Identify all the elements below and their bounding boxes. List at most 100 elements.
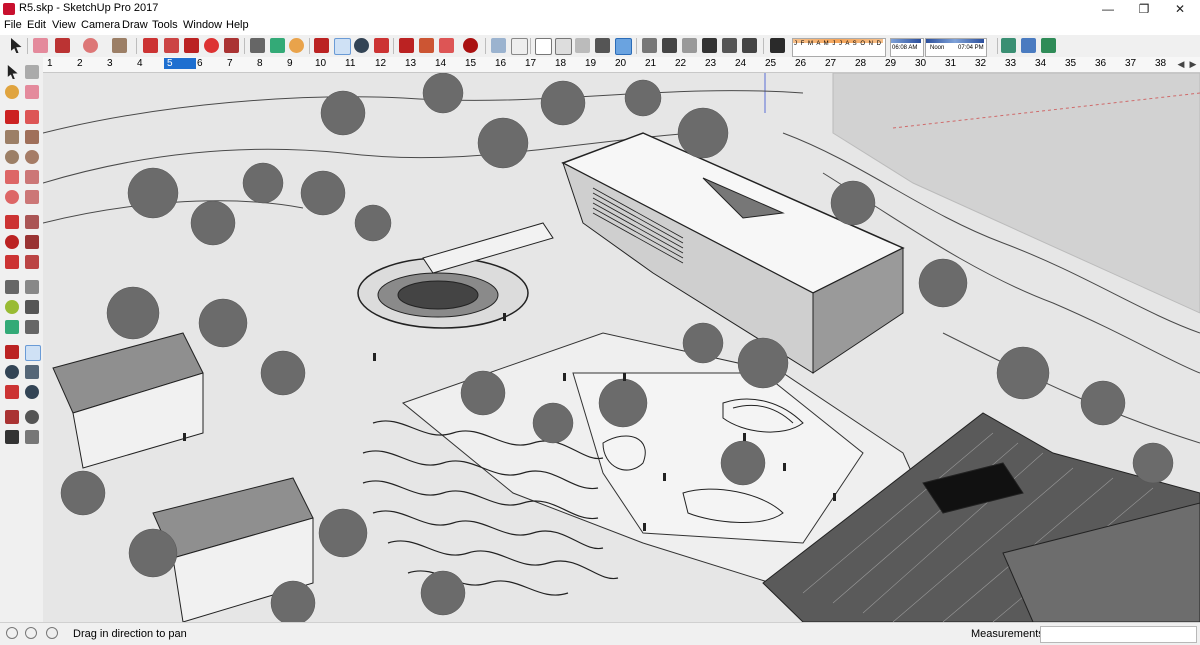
arc-2pt-icon[interactable] (25, 190, 39, 204)
section-plane-icon[interactable] (25, 430, 39, 444)
ruler-tick[interactable]: 17 (525, 58, 536, 69)
ruler-tick[interactable]: 30 (915, 58, 926, 69)
ruler-tick[interactable]: 3 (107, 58, 113, 69)
orbit-icon[interactable] (5, 345, 19, 359)
ruler-tick[interactable]: 4 (137, 58, 143, 69)
ruler-tick[interactable]: 7 (227, 58, 233, 69)
push-pull-icon[interactable] (25, 215, 39, 229)
ruler-tick[interactable]: 21 (645, 58, 656, 69)
ruler-tick[interactable]: 34 (1035, 58, 1046, 69)
shapes-icon[interactable] (83, 38, 98, 53)
ruler-tick[interactable]: 13 (405, 58, 416, 69)
walk-icon[interactable] (5, 430, 19, 444)
warehouse-icon[interactable] (399, 38, 414, 53)
help-icon[interactable] (46, 627, 58, 639)
eraser-icon[interactable] (25, 85, 39, 99)
ruler-tick[interactable]: 19 (585, 58, 596, 69)
ruler-tick-active[interactable]: 5 (164, 58, 196, 69)
protractor-icon[interactable] (5, 300, 19, 314)
tape-measure-icon[interactable] (250, 38, 265, 53)
3d-text-icon[interactable] (25, 320, 39, 334)
close-button[interactable]: ✕ (1162, 0, 1198, 18)
extension-icon[interactable] (419, 38, 434, 53)
rotate-icon[interactable] (5, 235, 19, 249)
eraser-icon[interactable] (33, 38, 48, 53)
ruler-tick[interactable]: 32 (975, 58, 986, 69)
polygon-icon[interactable] (25, 150, 39, 164)
top-view-icon[interactable] (662, 38, 677, 53)
share-icon[interactable] (1021, 38, 1036, 53)
front-view-icon[interactable] (682, 38, 697, 53)
text-icon[interactable] (270, 38, 285, 53)
menu-help[interactable]: Help (226, 19, 249, 31)
rotated-rectangle-icon[interactable] (25, 130, 39, 144)
arc-icon[interactable] (5, 170, 19, 184)
move-icon[interactable] (5, 215, 19, 229)
menu-draw[interactable]: Draw (122, 19, 148, 31)
ruler-tick[interactable]: 1 (47, 58, 53, 69)
zoom-icon[interactable] (354, 38, 369, 53)
ruler-tick[interactable]: 38 (1155, 58, 1166, 69)
ruler-tick[interactable]: 27 (825, 58, 836, 69)
textured-icon[interactable] (595, 38, 610, 53)
rectangle-icon[interactable] (5, 130, 19, 144)
ruler-tick[interactable]: 37 (1125, 58, 1136, 69)
download-icon[interactable] (1041, 38, 1056, 53)
component-icon[interactable] (439, 38, 454, 53)
menu-view[interactable]: View (52, 19, 76, 31)
dimension-icon[interactable] (25, 280, 39, 294)
menu-file[interactable]: File (4, 19, 22, 31)
model-viewport[interactable] (43, 73, 1200, 622)
freehand-icon[interactable] (25, 110, 39, 124)
wireframe-icon[interactable] (535, 38, 552, 55)
menu-camera[interactable]: Camera (81, 19, 120, 31)
offset-icon[interactable] (25, 255, 39, 269)
hidden-line-icon[interactable] (555, 38, 572, 55)
ruler-tick[interactable]: 22 (675, 58, 686, 69)
scale-icon[interactable] (5, 255, 19, 269)
ruby-icon[interactable] (463, 38, 478, 53)
ruler-tick[interactable]: 23 (705, 58, 716, 69)
ruler-tick[interactable]: 36 (1095, 58, 1106, 69)
pan-icon[interactable] (25, 345, 41, 361)
ruler-tick[interactable]: 33 (1005, 58, 1016, 69)
ruler-tick[interactable]: 28 (855, 58, 866, 69)
ruler-scroll-right-icon[interactable]: ▶ (1188, 57, 1198, 71)
ruler-tick[interactable]: 11 (345, 58, 355, 69)
paint-icon[interactable] (5, 85, 19, 99)
pencil-icon[interactable] (55, 38, 70, 53)
zoom-extents-icon[interactable] (374, 38, 389, 53)
ruler-tick[interactable]: 24 (735, 58, 746, 69)
axes-icon[interactable] (5, 320, 19, 334)
ruler-tick[interactable]: 25 (765, 58, 776, 69)
follow-me-icon[interactable] (25, 235, 39, 249)
pie-icon[interactable] (25, 170, 39, 184)
line-icon[interactable] (5, 110, 19, 124)
look-around-icon[interactable] (25, 410, 39, 424)
ruler-tick[interactable]: 12 (375, 58, 386, 69)
push-pull-icon[interactable] (164, 38, 179, 53)
ruler-tick[interactable]: 26 (795, 58, 806, 69)
follow-me-icon[interactable] (224, 38, 239, 53)
menu-window[interactable]: Window (183, 19, 222, 31)
ruler-tick[interactable]: 35 (1065, 58, 1076, 69)
select-icon[interactable] (11, 38, 22, 53)
credits-icon[interactable] (25, 627, 37, 639)
ruler-tick[interactable]: 18 (555, 58, 566, 69)
orbit-icon[interactable] (314, 38, 329, 53)
ruler-tick[interactable]: 2 (77, 58, 83, 69)
measurements-input[interactable] (1040, 626, 1197, 643)
menu-edit[interactable]: Edit (27, 19, 46, 31)
rotate-icon[interactable] (184, 38, 199, 53)
xray-icon[interactable] (491, 38, 506, 53)
back-edges-icon[interactable] (511, 38, 528, 55)
right-view-icon[interactable] (702, 38, 717, 53)
ruler-tick[interactable]: 16 (495, 58, 506, 69)
left-view-icon[interactable] (742, 38, 757, 53)
ruler-tick[interactable]: 29 (885, 58, 896, 69)
iso-view-icon[interactable] (642, 38, 657, 53)
circle-icon[interactable] (5, 150, 19, 164)
ruler-tick[interactable]: 14 (435, 58, 446, 69)
zoom-icon[interactable] (5, 365, 19, 379)
section-icon[interactable] (1001, 38, 1016, 53)
